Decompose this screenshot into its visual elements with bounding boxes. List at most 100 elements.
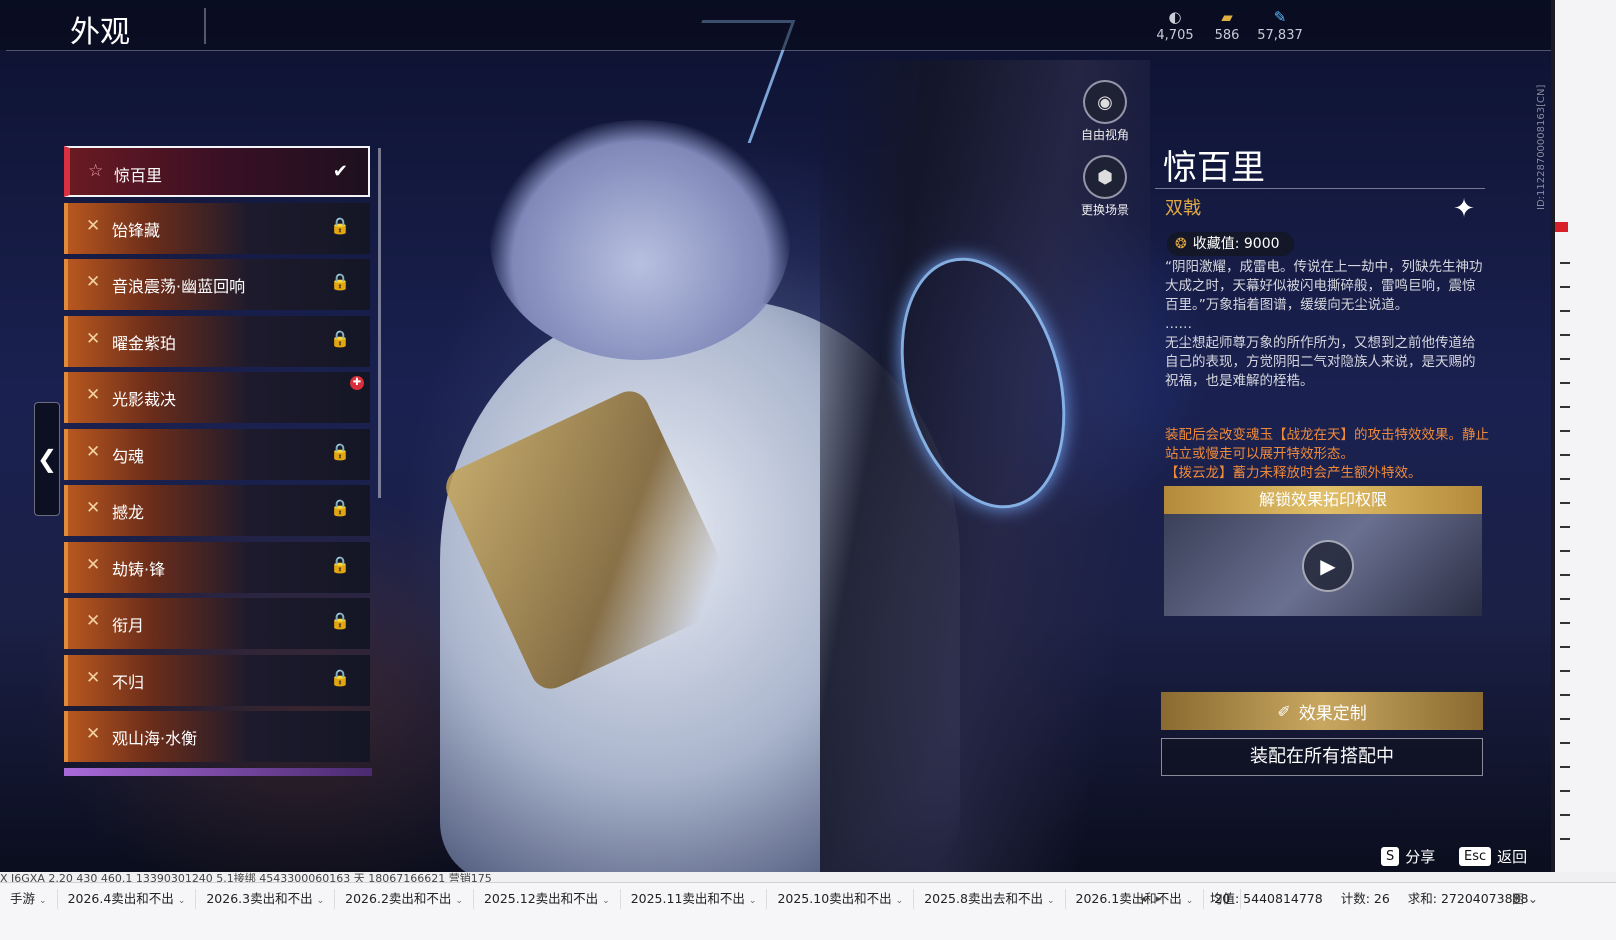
list-item[interactable]: ✕ 曜金紫珀 🔒 <box>64 315 370 367</box>
stat-count: 计数: 26 <box>1340 891 1390 906</box>
list-item-label: 饴锋藏 <box>112 220 161 240</box>
list-item[interactable]: ✕ 撼龙 🔒 <box>64 485 370 536</box>
chevron-down-icon: ⌄ <box>602 896 610 906</box>
cross-icon: ✕ <box>86 667 101 688</box>
sheet-tab-label: 2026.3卖出和不出 <box>206 891 313 906</box>
chevron-down-icon: ⌄ <box>748 896 757 906</box>
feather-icon: ✎ <box>1273 8 1287 26</box>
list-item[interactable]: ✕ 衔月 🔒 <box>64 598 370 649</box>
detail-divider <box>1155 188 1485 189</box>
list-item[interactable]: ✕ 光影裁决 ✚ <box>64 372 370 423</box>
effect-line: 装配后会改变魂玉【战龙在天】的攻击特效效果。静止站立或慢走可以展开特效形态。 <box>1165 427 1489 462</box>
sheet-tab[interactable]: 手游 ⌄ <box>0 889 58 909</box>
stat-average: 均值: 5440814778 <box>1210 891 1323 906</box>
sheet-tabs: 手游 ⌄ 2026.4卖出和不出 ⌄ 2026.3卖出和不出 ⌄ 2026.2卖出和不出 ⌄ 2… <box>0 889 1242 909</box>
play-icon[interactable]: ▶ <box>1302 540 1354 592</box>
title-separator <box>204 8 206 44</box>
star-icon: ☆ <box>88 161 104 181</box>
spreadsheet-status-bar: 手游 ⌄ 2026.4卖出和不出 ⌄ 2026.3卖出和不出 ⌄ 2026.2卖出和不出 ⌄ 2… <box>0 882 1616 940</box>
list-item[interactable]: ✕ 劫铸·锋 🔒 <box>64 541 370 593</box>
lock-icon: 🔒 <box>330 498 350 517</box>
sheet-nav-arrows[interactable]: ◂ ▸ <box>1140 889 1162 909</box>
currency-value: 57,837 <box>1257 28 1303 43</box>
list-item-label: 不归 <box>112 672 145 692</box>
share-hint[interactable]: S 分享 <box>1381 846 1435 867</box>
list-item-label: 观山海·水衡 <box>112 729 198 748</box>
sheet-tab[interactable]: 2025.8卖出去和不出 ⌄ <box>914 889 1066 909</box>
sheet-tab[interactable]: 2026.2卖出和不出 ⌄ <box>335 889 474 909</box>
sheet-tab-label: 2026.1卖出和不出 <box>1075 891 1182 906</box>
appearance-list[interactable]: ☆ 惊百里 ✔ ✕ 饴锋藏 🔒 ✕ 音浪震荡·幽蓝回响 🔒 ✕ 曜金紫珀 🔒 ✕ 光影裁决 ✚ ✕ 勾魂 🔒 ✕ 撼龙… <box>64 146 372 776</box>
description-paragraph: “阴阳激耀，成雷电。传说在上一劫中，列缺先生神功大成之时，天幕好似被闪电撕碎般，… <box>1165 259 1483 313</box>
top-divider <box>6 50 1551 51</box>
collect-icon: ❂ <box>1175 236 1187 252</box>
cross-icon: ✕ <box>86 385 101 405</box>
collapse-arrow-button[interactable]: ❮ <box>34 402 60 516</box>
list-item[interactable]: ✕ 饴锋藏 🔒 <box>64 202 370 254</box>
lock-icon: 🔒 <box>330 215 350 235</box>
list-item[interactable]: ✕ 观山海·水衡 <box>64 711 370 762</box>
weapon-type: 双戟 <box>1165 198 1201 219</box>
camera-icon: ◉ <box>1083 80 1127 124</box>
effect-custom-button[interactable]: ✐ 效果定制 <box>1161 692 1483 730</box>
sheet-tab-label: 2026.4卖出和不出 <box>67 891 174 906</box>
page-title: 外观 <box>70 15 130 50</box>
sheet-tab-label: 2025.10卖出和不出 <box>777 891 892 906</box>
view-mode-toggle[interactable]: 囲 ⌄ <box>1512 889 1538 909</box>
free-view-button[interactable]: ◉ 自由视角 <box>1077 80 1133 143</box>
sheet-tab[interactable]: 2026.1卖出和不出 ⌄ <box>1066 889 1205 909</box>
player-id: ID:11228700008163[CN] <box>1536 84 1547 210</box>
chevron-down-icon: ⌄ <box>455 896 463 906</box>
list-item-label: 勾魂 <box>112 446 145 466</box>
effect-custom-label: 效果定制 <box>1298 703 1367 724</box>
back-label: 返回 <box>1497 848 1528 866</box>
currency-feather[interactable]: ✎ 57,837 <box>1245 8 1315 43</box>
sheet-tab[interactable]: 2025.10卖出和不出 ⌄ <box>767 889 915 909</box>
lock-icon: 🔒 <box>330 328 350 348</box>
list-item-label: 劫铸·锋 <box>112 559 166 579</box>
back-hint[interactable]: Esc 返回 <box>1459 846 1527 867</box>
list-item-label: 曜金紫珀 <box>112 333 177 353</box>
list-item[interactable]: ✕ 勾魂 🔒 <box>64 428 370 480</box>
free-view-label: 自由视角 <box>1080 128 1129 142</box>
description-ellipsis: …… <box>1165 316 1192 332</box>
chevron-down-icon: ⌄ <box>177 896 186 906</box>
list-item[interactable]: ✕ 不归 🔒 <box>64 654 370 706</box>
lock-icon: 🔒 <box>330 667 350 687</box>
equip-all-button[interactable]: 装配在所有搭配中 <box>1161 738 1483 776</box>
sheet-tab-label: 2026.2卖出和不出 <box>345 891 452 906</box>
top-bar <box>0 0 1555 50</box>
new-badge-icon: ✚ <box>350 376 364 390</box>
change-scene-button[interactable]: ⬢ 更换场景 <box>1077 155 1133 218</box>
chevron-down-icon: ⌄ <box>39 896 47 906</box>
share-label: 分享 <box>1405 848 1436 866</box>
change-scene-label: 更换场景 <box>1080 203 1129 217</box>
unlock-effect-banner[interactable]: 解锁效果拓印权限 <box>1164 486 1482 514</box>
cross-icon: ✕ <box>86 554 101 575</box>
check-icon: ✔ <box>332 161 348 182</box>
list-item[interactable]: ☆ 惊百里 ✔ <box>64 146 370 197</box>
sheet-tab[interactable]: 2025.12卖出和不出 ⌄ <box>474 889 621 909</box>
compass-icon[interactable]: ✦ <box>1449 194 1479 224</box>
cube-icon: ⬢ <box>1083 155 1127 199</box>
list-next-item-edge <box>64 768 372 776</box>
lock-icon: 🔒 <box>330 611 350 630</box>
list-item-label: 光影裁决 <box>112 390 177 409</box>
effect-preview-video[interactable]: ▶ <box>1164 514 1482 616</box>
sheet-tab[interactable]: 2026.4卖出和不出 ⌄ <box>58 889 197 909</box>
list-scrollbar[interactable] <box>378 148 381 498</box>
sheet-tab[interactable]: 2026.3卖出和不出 ⌄ <box>196 889 336 909</box>
sheet-tab-label: 2025.8卖出去和不出 <box>924 891 1043 906</box>
chevron-down-icon: ⌄ <box>1046 896 1055 906</box>
effect-line: 【拨云龙】蓄力未释放时会产生额外特效。 <box>1165 465 1422 481</box>
chevron-left-icon: ❮ <box>36 445 58 473</box>
character-hair <box>490 120 790 360</box>
sheet-tab[interactable]: 2025.11卖出和不出 ⌄ <box>621 889 768 909</box>
list-item[interactable]: ✕ 音浪震荡·幽蓝回响 🔒 <box>64 259 370 310</box>
share-key: S <box>1381 847 1400 866</box>
effect-description: 装配后会改变魂玉【战龙在天】的攻击特效效果。静止站立或慢走可以展开特效形态。 【… <box>1165 426 1490 483</box>
spreadsheet-red-cell <box>1555 222 1568 232</box>
cross-icon: ✕ <box>86 441 101 462</box>
cross-icon: ✕ <box>86 498 101 518</box>
description-paragraph: 无尘想起师尊万象的所作所为，又想到之前他传道给自己的表现，方觉阴阳二气对隐族人来… <box>1165 335 1476 389</box>
